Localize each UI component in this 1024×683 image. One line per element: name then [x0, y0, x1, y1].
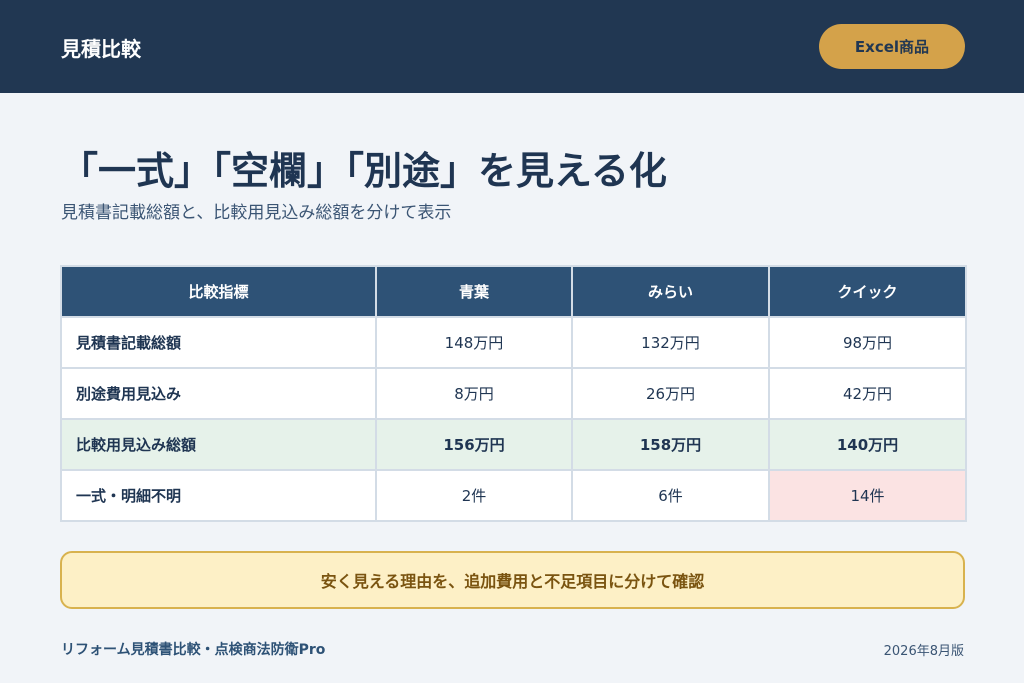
column-header-mirai: みらい — [571, 265, 770, 318]
row-label: 一式・明細不明 — [60, 469, 377, 522]
top-header-bar: 見積比較 Excel商品 — [0, 0, 1024, 93]
row-label: 比較用見込み総額 — [60, 418, 377, 471]
table-row: 見積書記載総額 148万円 132万円 98万円 — [60, 316, 967, 369]
table-cell: 26万円 — [571, 367, 770, 420]
table-cell: 158万円 — [571, 418, 770, 471]
table-header-row: 比較指標 青葉 みらい クイック — [60, 265, 967, 318]
page-subtitle: 見積書記載総額と、比較用見込み総額を分けて表示 — [61, 203, 452, 223]
row-label: 別途費用見込み — [60, 367, 377, 420]
table-cell: 8万円 — [375, 367, 573, 420]
footer-version: 2026年8月版 — [883, 644, 964, 659]
table-cell: 140万円 — [768, 418, 967, 471]
info-banner: 安く見える理由を、追加費用と不足項目に分けて確認 — [60, 551, 965, 609]
page-headline: 「一式」「空欄」「別途」を見える化 — [60, 149, 667, 193]
comparison-table: 比較指標 青葉 みらい クイック 見積書記載総額 148万円 132万円 98万… — [60, 265, 967, 522]
table-row-highlighted: 比較用見込み総額 156万円 158万円 140万円 — [60, 418, 967, 471]
footer-product-name: リフォーム見積書比較・点検商法防衛Pro — [61, 642, 326, 658]
table-cell: 2件 — [375, 469, 573, 522]
column-header-metric: 比較指標 — [60, 265, 377, 318]
table-cell-warning: 14件 — [768, 469, 967, 522]
table-cell: 42万円 — [768, 367, 967, 420]
table-row: 一式・明細不明 2件 6件 14件 — [60, 469, 967, 522]
table-cell: 132万円 — [571, 316, 770, 369]
app-title: 見積比較 — [61, 37, 141, 61]
table-cell: 6件 — [571, 469, 770, 522]
excel-product-button[interactable]: Excel商品 — [819, 24, 965, 69]
table-cell: 156万円 — [375, 418, 573, 471]
column-header-quick: クイック — [768, 265, 967, 318]
table-row: 別途費用見込み 8万円 26万円 42万円 — [60, 367, 967, 420]
table-cell: 98万円 — [768, 316, 967, 369]
column-header-aoba: 青葉 — [375, 265, 573, 318]
table-cell: 148万円 — [375, 316, 573, 369]
row-label: 見積書記載総額 — [60, 316, 377, 369]
